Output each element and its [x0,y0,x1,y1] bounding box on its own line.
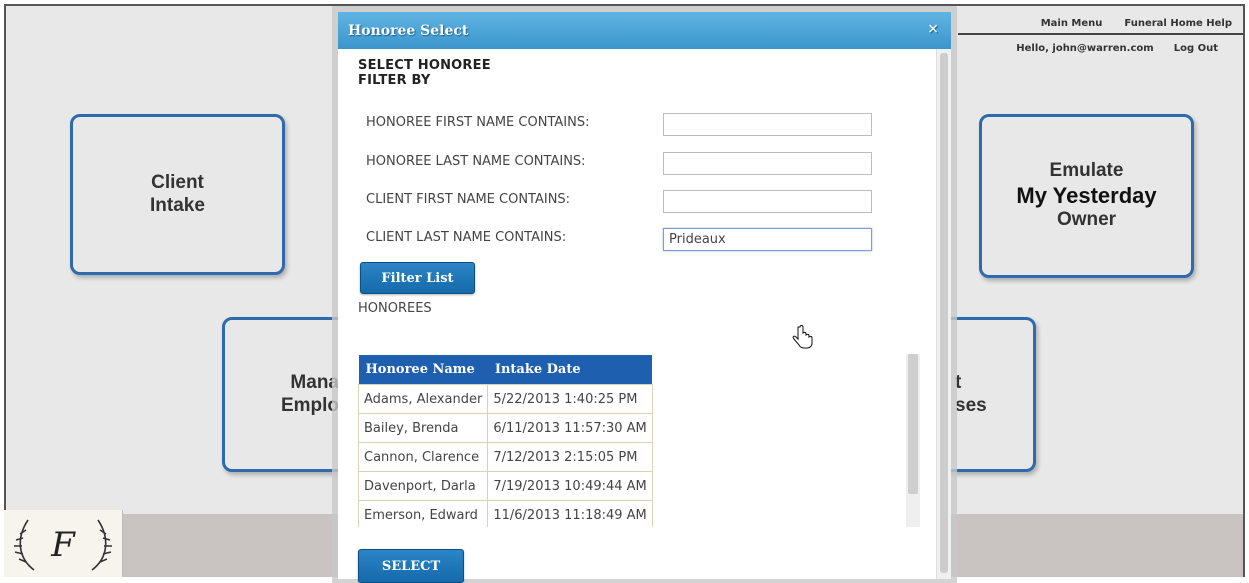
table-row[interactable]: Bailey, Brenda 6/11/2013 11:57:30 AM [358,413,653,443]
dialog-content: SELECT HONOREE FILTER BY HONOREE FIRST N… [338,49,937,583]
honoree-list[interactable]: Honoree Name Intake Date Adams, Alexande… [358,342,922,527]
hand-pointer-icon [792,325,813,349]
honoree-list-scrollbar-thumb[interactable] [908,354,918,494]
client-intake-line-2: Intake [150,194,205,216]
table-header-row: Honoree Name Intake Date [358,355,653,385]
funeral-home-help-link[interactable]: Funeral Home Help [1124,18,1232,29]
honoree-name-cell: Bailey, Brenda [358,413,489,443]
intake-date-cell: 7/19/2013 10:49:44 AM [487,471,653,501]
main-menu-link[interactable]: Main Menu [1041,18,1103,29]
logout-link[interactable]: Log Out [1174,43,1218,54]
honoree-name-cell: Adams, Alexander [358,384,489,414]
intake-date-cell: 6/11/2013 11:57:30 AM [487,413,653,443]
table-row[interactable]: Adams, Alexander 5/22/2013 1:40:25 PM [358,384,653,414]
honoree-name-cell: Emerson, Edward [358,500,489,527]
filter-by-heading: FILTER BY [358,73,431,88]
emulate-line-1: Emulate [1049,160,1124,181]
filter-list-button[interactable]: Filter List [360,262,475,294]
intake-date-cell: 5/22/2013 1:40:25 PM [487,384,653,414]
manage-employees-line-2: Emplo [280,394,339,416]
honorees-label: HONOREES [358,301,432,316]
honoree-first-name-input[interactable] [663,113,872,136]
emulate-owner-tile[interactable]: Emulate My Yesterday Owner [979,114,1194,278]
client-first-name-label: CLIENT FIRST NAME CONTAINS: [366,192,571,207]
emulate-line-3: Owner [1056,209,1117,231]
table-row[interactable]: Davenport, Darla 7/19/2013 10:49:44 AM [358,471,653,501]
client-intake-line-1: Client [151,171,204,193]
svg-text:F: F [50,525,76,565]
client-intake-tile[interactable]: Client Intake [70,114,285,275]
expenses-line-1: t [955,371,962,393]
laurel-monogram-icon: F [14,519,112,571]
emulate-line-2: My Yesterday [1016,182,1157,208]
top-navigation: Main Menu Funeral Home Help Hello, john@… [958,14,1243,54]
column-header-honoree-name[interactable]: Honoree Name [358,355,488,385]
honoree-last-name-input[interactable] [663,152,872,175]
honoree-list-scrollbar[interactable] [906,354,920,527]
client-first-name-input[interactable] [663,190,872,213]
expenses-line-2: ses [955,394,987,416]
select-button[interactable]: SELECT [358,549,464,583]
close-icon[interactable]: × [927,21,939,37]
select-honoree-heading: SELECT HONOREE [358,58,491,73]
manage-employees-line-1: Mana [290,371,339,393]
honoree-name-cell: Cannon, Clarence [358,442,489,472]
table-row[interactable]: Emerson, Edward 11/6/2013 11:18:49 AM [358,500,653,527]
dialog-scrollbar[interactable] [936,49,951,579]
dialog-title-bar[interactable]: Honoree Select × [338,12,951,49]
user-greeting: Hello, john@warren.com [1016,43,1154,54]
client-last-name-input[interactable] [663,228,872,251]
honoree-first-name-label: HONOREE FIRST NAME CONTAINS: [366,115,590,130]
honoree-name-cell: Davenport, Darla [358,471,489,501]
intake-date-cell: 11/6/2013 11:18:49 AM [487,500,653,527]
honoree-select-dialog: Honoree Select × SELECT HONOREE FILTER B… [338,12,951,583]
intake-date-cell: 7/12/2013 2:15:05 PM [487,442,653,472]
dialog-scrollbar-thumb[interactable] [940,53,948,573]
honoree-last-name-label: HONOREE LAST NAME CONTAINS: [366,154,586,169]
dialog-title: Honoree Select [348,22,469,39]
funeral-home-logo: F [4,510,123,577]
client-last-name-label: CLIENT LAST NAME CONTAINS: [366,230,567,245]
table-row[interactable]: Cannon, Clarence 7/12/2013 2:15:05 PM [358,442,653,472]
honoree-table: Honoree Name Intake Date Adams, Alexande… [358,355,653,527]
column-header-intake-date[interactable]: Intake Date [487,355,653,385]
